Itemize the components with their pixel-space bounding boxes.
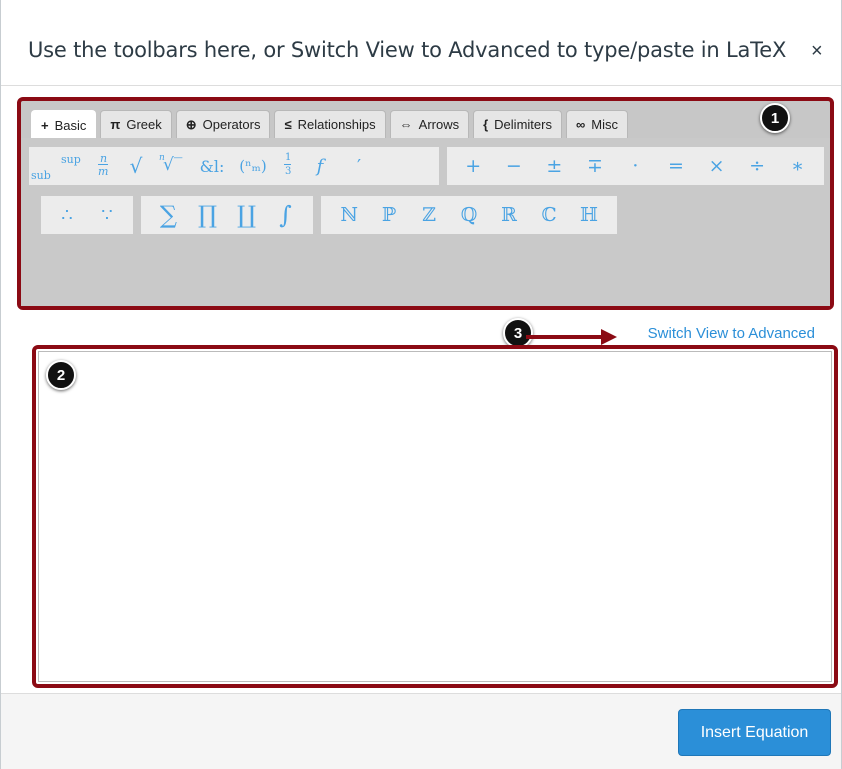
times-button[interactable]: ×: [702, 155, 732, 177]
binomial-button[interactable]: (ⁿₘ): [231, 157, 275, 175]
tab-delimiters[interactable]: { Delimiters: [473, 110, 562, 138]
equals-button[interactable]: =: [661, 155, 691, 177]
tab-relationships[interactable]: ≤ Relationships: [274, 110, 386, 138]
sup-label: sup: [61, 153, 81, 166]
integral-button[interactable]: ∫: [269, 201, 303, 229]
insert-equation-button[interactable]: Insert Equation: [678, 709, 831, 756]
annotation-arrowhead: [601, 329, 617, 345]
tab-basic[interactable]: + Basic: [31, 110, 97, 140]
toolbar-panel: + Basic π Greek ⊕ Operators ≤ Relationsh…: [17, 97, 834, 310]
prime-button[interactable]: ′: [339, 156, 379, 177]
divide-button[interactable]: ÷: [742, 155, 772, 177]
product-button[interactable]: ∏: [191, 201, 225, 229]
tab-label: Greek: [126, 117, 162, 132]
brace-icon: {: [483, 117, 489, 132]
close-icon[interactable]: ×: [811, 40, 823, 63]
nth-root-button[interactable]: n √‾: [153, 147, 193, 185]
pi-icon: π: [110, 117, 121, 132]
tab-arrows[interactable]: ⇔ Arrows: [389, 110, 470, 138]
fraction-denominator: m: [98, 165, 109, 178]
toolbar-body: sup sub n m √ n √‾ &l: (ⁿₘ) 1 3 f ′ + − …: [21, 138, 830, 306]
rationals-button[interactable]: ℚ: [452, 204, 486, 226]
root-symbol: √‾: [163, 155, 183, 175]
toolbar-tabs: + Basic π Greek ⊕ Operators ≤ Relationsh…: [31, 110, 628, 140]
function-button[interactable]: f: [301, 156, 339, 177]
annotation-arrow: [526, 335, 606, 339]
therefore-button[interactable]: ∴: [52, 205, 82, 226]
ampersand-button[interactable]: &l:: [193, 157, 231, 176]
equation-editor-dialog: Use the toolbars here, or Switch View to…: [0, 0, 842, 769]
complex-button[interactable]: ℂ: [532, 204, 566, 226]
double-arrow-icon: ⇔: [399, 117, 413, 132]
superscript-button[interactable]: sup sub: [29, 147, 89, 185]
tab-operators[interactable]: ⊕ Operators: [175, 110, 271, 138]
sqrt-button[interactable]: √: [119, 154, 153, 178]
infinity-icon: ∞: [575, 117, 586, 132]
tab-label: Arrows: [418, 117, 460, 132]
minus-plus-button[interactable]: ∓: [580, 155, 610, 177]
quaternions-button[interactable]: ℍ: [572, 204, 606, 226]
tab-label: Relationships: [297, 117, 376, 132]
minus-button[interactable]: −: [499, 155, 529, 177]
dialog-header: Use the toolbars here, or Switch View to…: [1, 0, 841, 86]
naturals-button[interactable]: ℕ: [332, 204, 366, 226]
big-operators-group: ∑ ∏ ∐ ∫: [141, 196, 313, 234]
primes-button[interactable]: ℙ: [372, 204, 406, 226]
because-button[interactable]: ∵: [92, 205, 122, 226]
tab-label: Delimiters: [494, 117, 552, 132]
callout-3: 3: [503, 318, 533, 348]
reals-button[interactable]: ℝ: [492, 204, 526, 226]
dialog-footer: Insert Equation: [1, 693, 841, 769]
equation-input-area[interactable]: [38, 351, 832, 682]
dialog-title: Use the toolbars here, or Switch View to…: [28, 38, 787, 62]
sub-label: sub: [31, 169, 51, 182]
coproduct-button[interactable]: ∐: [230, 201, 264, 229]
tab-label: Operators: [202, 117, 261, 132]
sum-button[interactable]: ∑: [152, 201, 186, 229]
dot-button[interactable]: ·: [620, 155, 650, 177]
plus-icon: +: [41, 118, 49, 133]
third-fraction-button[interactable]: 1 3: [275, 147, 301, 185]
asterisk-button[interactable]: ∗: [783, 155, 813, 177]
tab-misc[interactable]: ∞ Misc: [565, 110, 628, 138]
plus-button[interactable]: +: [458, 155, 488, 177]
basic-templates-group: sup sub n m √ n √‾ &l: (ⁿₘ) 1 3 f ′: [29, 147, 439, 185]
third-numerator: 1: [285, 152, 292, 163]
integers-button[interactable]: ℤ: [412, 204, 446, 226]
switch-view-link[interactable]: Switch View to Advanced: [648, 325, 815, 342]
less-equal-icon: ≤: [284, 117, 292, 132]
number-sets-group: ℕ ℙ ℤ ℚ ℝ ℂ ℍ: [321, 196, 617, 234]
equation-input-frame: [32, 345, 838, 688]
fraction-button[interactable]: n m: [89, 147, 119, 185]
tab-label: Misc: [591, 117, 618, 132]
callout-1: 1: [760, 103, 790, 133]
callout-2: 2: [46, 360, 76, 390]
basic-operators-group: + − ± ∓ · = × ÷ ∗: [447, 147, 824, 185]
logic-group: ∴ ∵: [41, 196, 133, 234]
circled-plus-icon: ⊕: [185, 116, 197, 132]
tab-greek[interactable]: π Greek: [100, 110, 172, 138]
plus-minus-button[interactable]: ±: [539, 155, 569, 177]
tab-label: Basic: [54, 118, 87, 133]
third-denominator: 3: [285, 166, 292, 177]
